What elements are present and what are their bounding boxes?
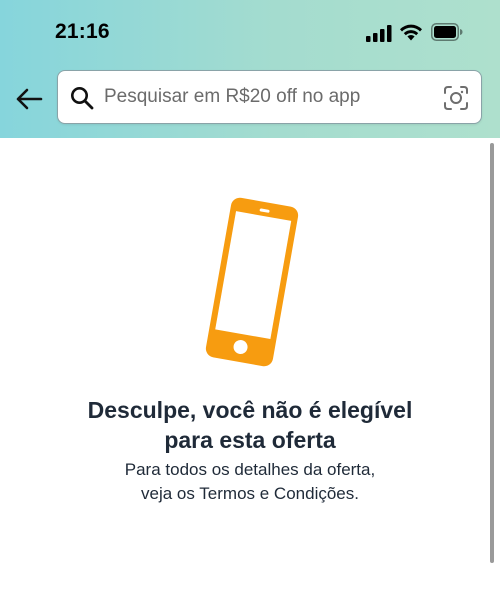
search-bar[interactable] [57,70,482,124]
back-button[interactable] [10,82,48,116]
status-bar: 21:16 [0,0,500,64]
wifi-icon [400,24,422,41]
search-input[interactable] [104,81,430,113]
message-title: Desculpe, você não é elegível para esta … [0,395,500,455]
search-icon [71,87,94,110]
message-detail-line-2: veja os Termos e Condições. [141,484,359,503]
message-detail: Para todos os detalhes da oferta, veja o… [0,458,500,506]
camera-scan-icon[interactable] [443,85,469,111]
status-time: 21:16 [55,20,110,43]
message-detail-line-1: Para todos os detalhes da oferta, [124,460,376,479]
signal-icon [366,25,392,42]
app-header: 21:16 [0,0,500,138]
arrow-left-icon [16,88,43,110]
message-title-line-2: para esta oferta [164,427,336,453]
smartphone-icon [205,197,299,367]
message-title-line-1: Desculpe, você não é elegível [87,397,413,423]
battery-icon [431,23,463,41]
